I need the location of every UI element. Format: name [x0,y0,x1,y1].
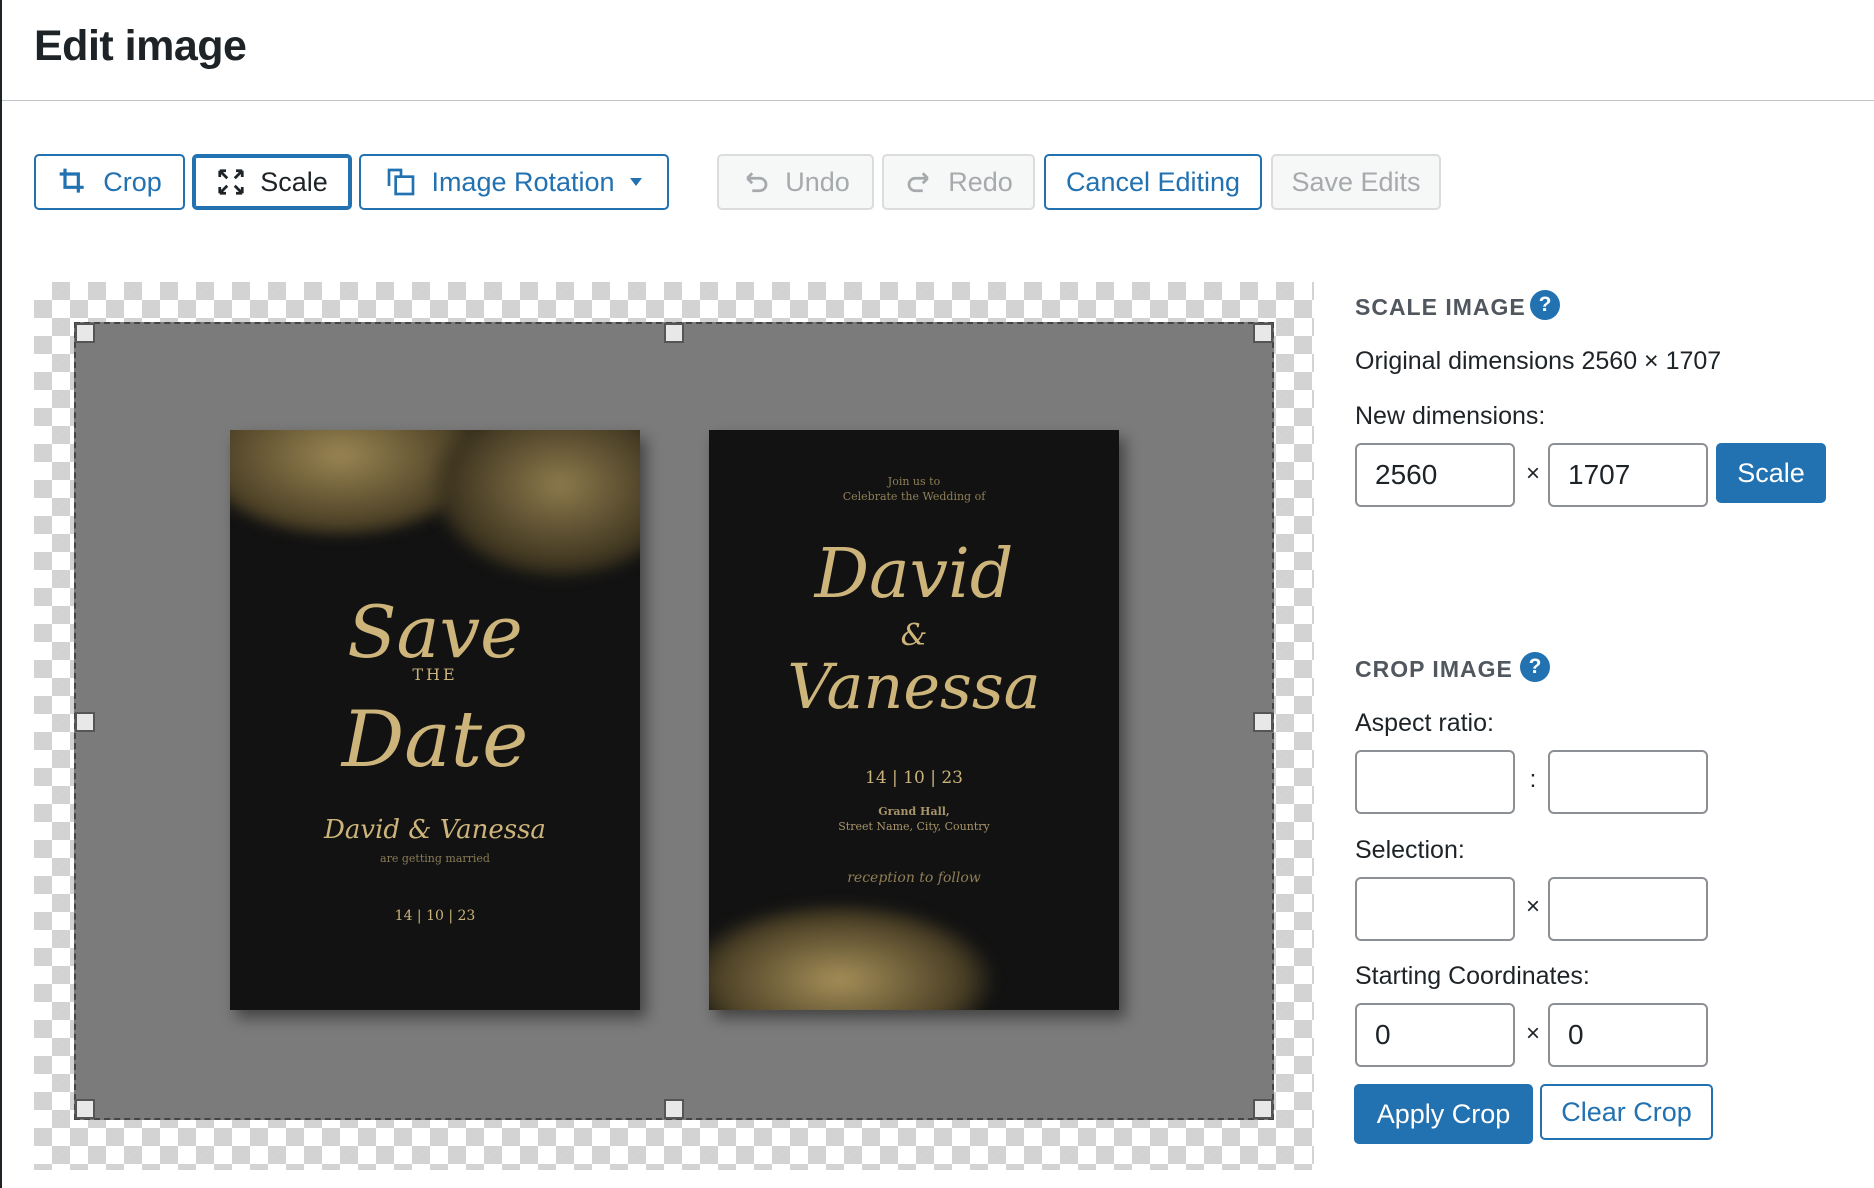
crop-handle-bottom-center[interactable] [664,1099,684,1119]
crop-selection-area[interactable] [74,322,1274,1120]
crop-handle-middle-left[interactable] [75,712,95,732]
image-rotation-dropdown[interactable]: Image Rotation [359,154,669,210]
apply-crop-button[interactable]: Apply Crop [1354,1084,1533,1144]
selection-height-input[interactable] [1548,877,1708,941]
save-edits-label: Save Edits [1291,166,1421,197]
crop-handle-top-right[interactable] [1253,323,1273,343]
selection-times-sign: × [1525,893,1540,920]
crop-button-label: Crop [103,166,162,197]
cancel-editing-label: Cancel Editing [1065,166,1241,197]
scale-button-label: Scale [260,166,328,197]
redo-button-label: Redo [948,166,1013,197]
scale-times-sign: × [1525,460,1540,487]
crop-icon [59,168,84,193]
crop-handle-bottom-right[interactable] [1253,1099,1273,1119]
scale-help-icon[interactable]: ? [1530,290,1560,320]
rotate-icon [388,168,415,196]
new-dimensions-label: New dimensions: [1355,402,1546,430]
scale-submit-button[interactable]: Scale [1716,443,1826,503]
header-divider [2,100,1874,101]
caret-down-icon [629,178,642,186]
scale-icon [218,169,244,195]
clear-crop-button[interactable]: Clear Crop [1540,1084,1713,1140]
start-y-input[interactable]: 0 [1548,1003,1708,1067]
start-times-sign: × [1525,1020,1540,1047]
aspect-ratio-height-input[interactable] [1548,750,1708,814]
image-rotation-label: Image Rotation [431,166,615,197]
scale-image-heading: SCALE IMAGE [1355,294,1526,320]
selection-width-input[interactable] [1355,877,1515,941]
starting-coordinates-label: Starting Coordinates: [1355,962,1590,990]
scale-height-input[interactable]: 1707 [1548,443,1708,507]
cancel-editing-button[interactable]: Cancel Editing [1044,154,1262,210]
selection-label: Selection: [1355,836,1465,864]
scale-button[interactable]: Scale [192,154,352,210]
start-x-input[interactable]: 0 [1355,1003,1515,1067]
save-edits-button[interactable]: Save Edits [1271,154,1441,210]
original-dimensions: Original dimensions 2560 × 1707 [1355,347,1722,375]
page-title: Edit image [34,22,247,70]
crop-button[interactable]: Crop [34,154,185,210]
redo-icon [907,172,929,193]
crop-handle-top-left[interactable] [75,323,95,343]
crop-image-heading: CROP IMAGE [1355,656,1513,682]
left-border [0,0,2,1188]
crop-handle-bottom-left[interactable] [75,1099,95,1119]
undo-icon [746,172,768,193]
undo-button[interactable]: Undo [717,154,874,210]
crop-handle-top-center[interactable] [664,323,684,343]
crop-help-icon[interactable]: ? [1520,652,1550,682]
crop-handle-middle-right[interactable] [1253,712,1273,732]
scale-width-input[interactable]: 2560 [1355,443,1515,507]
aspect-ratio-label: Aspect ratio: [1355,709,1494,737]
undo-button-label: Undo [785,166,850,197]
aspect-ratio-width-input[interactable] [1355,750,1515,814]
redo-button[interactable]: Redo [882,154,1035,210]
aspect-ratio-separator: : [1529,766,1537,793]
